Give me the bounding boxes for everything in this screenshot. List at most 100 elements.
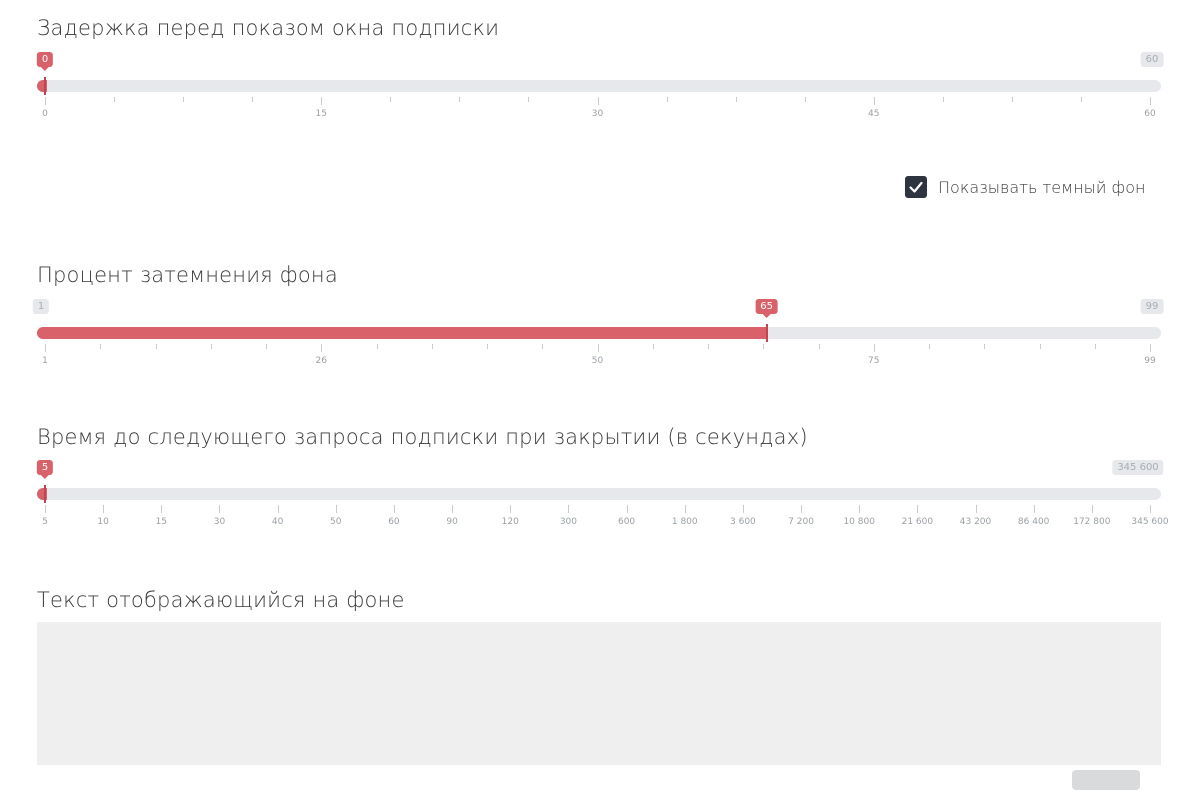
next-request-major-tick xyxy=(393,505,395,513)
delay-max-label: 60 xyxy=(1140,52,1164,67)
dark-bg-checkbox[interactable] xyxy=(905,176,927,198)
next-request-tick-label: 15 xyxy=(155,517,168,527)
delay-current-value: 0 xyxy=(36,52,54,71)
next-request-tick-label: 40 xyxy=(271,517,284,527)
next-request-major-tick xyxy=(801,505,803,513)
delay-minor-tick xyxy=(114,97,116,102)
dim-minor-tick xyxy=(652,344,654,349)
next-request-tick-label: 300 xyxy=(559,517,577,527)
delay-minor-tick xyxy=(1011,97,1013,102)
dim-minor-tick xyxy=(376,344,378,349)
next-request-major-tick xyxy=(277,505,279,513)
dim-current-value: 65 xyxy=(755,299,778,318)
dim-major-tick xyxy=(321,344,323,352)
next-request-major-tick xyxy=(684,505,686,513)
next-request-tick-label: 3 600 xyxy=(730,517,756,527)
check-icon xyxy=(909,181,923,193)
next-request-scale: 5 10 15 30 40 50 60 90 120 300 600 1 800 3 600 7 200 1… xyxy=(37,505,1169,535)
dim-major-tick xyxy=(45,344,46,352)
next-request-tick-label: 90 xyxy=(446,517,458,527)
dim-minor-tick xyxy=(763,344,765,349)
next-request-major-tick xyxy=(335,505,337,513)
next-request-major-tick xyxy=(510,505,512,513)
delay-major-tick xyxy=(321,97,323,105)
delay-minor-tick xyxy=(1080,97,1082,102)
next-request-major-tick xyxy=(1150,505,1151,513)
delay-minor-tick xyxy=(942,97,944,102)
next-request-major-tick xyxy=(45,505,46,513)
next-request-major-tick xyxy=(1091,505,1093,513)
dim-minor-tick xyxy=(708,344,709,349)
dim-minor-tick xyxy=(210,344,212,349)
next-request-tick-label: 43 200 xyxy=(959,517,992,527)
delay-major-tick xyxy=(1150,97,1151,105)
dim-tick-label: 75 xyxy=(868,356,880,366)
next-request-tick-label: 60 xyxy=(388,517,400,527)
dim-minor-tick xyxy=(818,344,820,349)
dim-slider[interactable]: 1 65 99 1 26 50 75 99 xyxy=(32,299,1164,387)
dim-major-tick xyxy=(1150,344,1151,352)
dark-bg-option[interactable]: Показывать темный фон xyxy=(905,176,1145,198)
next-request-slider-track[interactable] xyxy=(37,488,1161,500)
delay-title: Задержка перед показом окна подписки xyxy=(37,16,500,40)
dim-slider-handle[interactable] xyxy=(765,324,768,342)
delay-minor-tick xyxy=(735,97,737,102)
delay-tick-label: 45 xyxy=(868,109,880,119)
delay-minor-tick xyxy=(459,97,461,102)
next-request-major-tick xyxy=(1033,505,1035,513)
dim-minor-tick xyxy=(984,344,986,349)
next-request-major-tick xyxy=(975,505,977,513)
delay-minor-tick xyxy=(528,97,530,102)
dim-minor-tick xyxy=(100,344,102,349)
delay-tick-label: 0 xyxy=(42,109,48,119)
next-request-tick-label: 345 600 xyxy=(1131,517,1169,527)
next-request-max-label: 345 600 xyxy=(1112,460,1164,475)
next-request-tick-label: 172 800 xyxy=(1073,517,1111,527)
dim-title: Процент затемнения фона xyxy=(37,263,338,287)
next-request-major-tick xyxy=(568,505,570,513)
dim-minor-tick xyxy=(431,344,433,349)
partial-button[interactable] xyxy=(1072,770,1140,790)
delay-tick-label: 30 xyxy=(591,109,604,119)
next-request-tick-label: 10 800 xyxy=(843,517,875,527)
dim-minor-tick xyxy=(1094,344,1096,349)
delay-slider-handle[interactable] xyxy=(44,77,46,95)
delay-scale: 0 15 30 45 60 xyxy=(37,97,1161,127)
next-request-tick-label: 1 800 xyxy=(671,517,698,527)
next-request-major-tick xyxy=(859,505,861,513)
delay-slider[interactable]: 0 60 0 15 30 45 60 xyxy=(36,52,1164,140)
dim-max-label: 99 xyxy=(1140,299,1164,314)
delay-minor-tick xyxy=(804,97,806,102)
dim-tick-label: 26 xyxy=(315,356,327,366)
next-request-major-tick xyxy=(452,505,454,513)
next-request-major-tick xyxy=(626,505,628,513)
next-request-major-tick xyxy=(161,505,163,513)
next-request-major-tick xyxy=(219,505,221,513)
next-request-tick-label: 5 xyxy=(42,517,48,527)
next-request-tick-label: 50 xyxy=(330,517,342,527)
bg-text-input[interactable] xyxy=(37,622,1161,765)
next-request-slider[interactable]: 5 345 600 5 10 15 30 40 50 60 90 120 300 600 1 800 3… xyxy=(36,460,1169,548)
dim-slider-fill xyxy=(37,327,767,339)
next-request-tick-label: 7 200 xyxy=(788,517,814,527)
dim-tick-label: 50 xyxy=(591,356,604,366)
delay-major-tick xyxy=(45,97,46,105)
dim-minor-tick xyxy=(1039,344,1041,349)
next-request-major-tick xyxy=(742,505,744,513)
dim-minor-tick xyxy=(266,344,267,349)
next-request-tick-label: 600 xyxy=(617,517,636,527)
delay-minor-tick xyxy=(390,97,392,102)
dim-major-tick xyxy=(597,344,599,352)
dim-min-label: 1 xyxy=(32,299,50,314)
dim-tick-label: 1 xyxy=(42,356,48,366)
next-request-major-tick xyxy=(917,505,919,513)
next-request-tick-label: 10 xyxy=(97,517,109,527)
next-request-tick-label: 120 xyxy=(501,517,519,527)
dim-minor-tick xyxy=(929,344,930,349)
dim-minor-tick xyxy=(155,344,157,349)
delay-slider-track[interactable] xyxy=(37,80,1161,92)
delay-major-tick xyxy=(873,97,875,105)
next-request-slider-handle[interactable] xyxy=(44,485,46,503)
dim-minor-tick xyxy=(487,344,488,349)
delay-tick-label: 15 xyxy=(315,109,327,119)
